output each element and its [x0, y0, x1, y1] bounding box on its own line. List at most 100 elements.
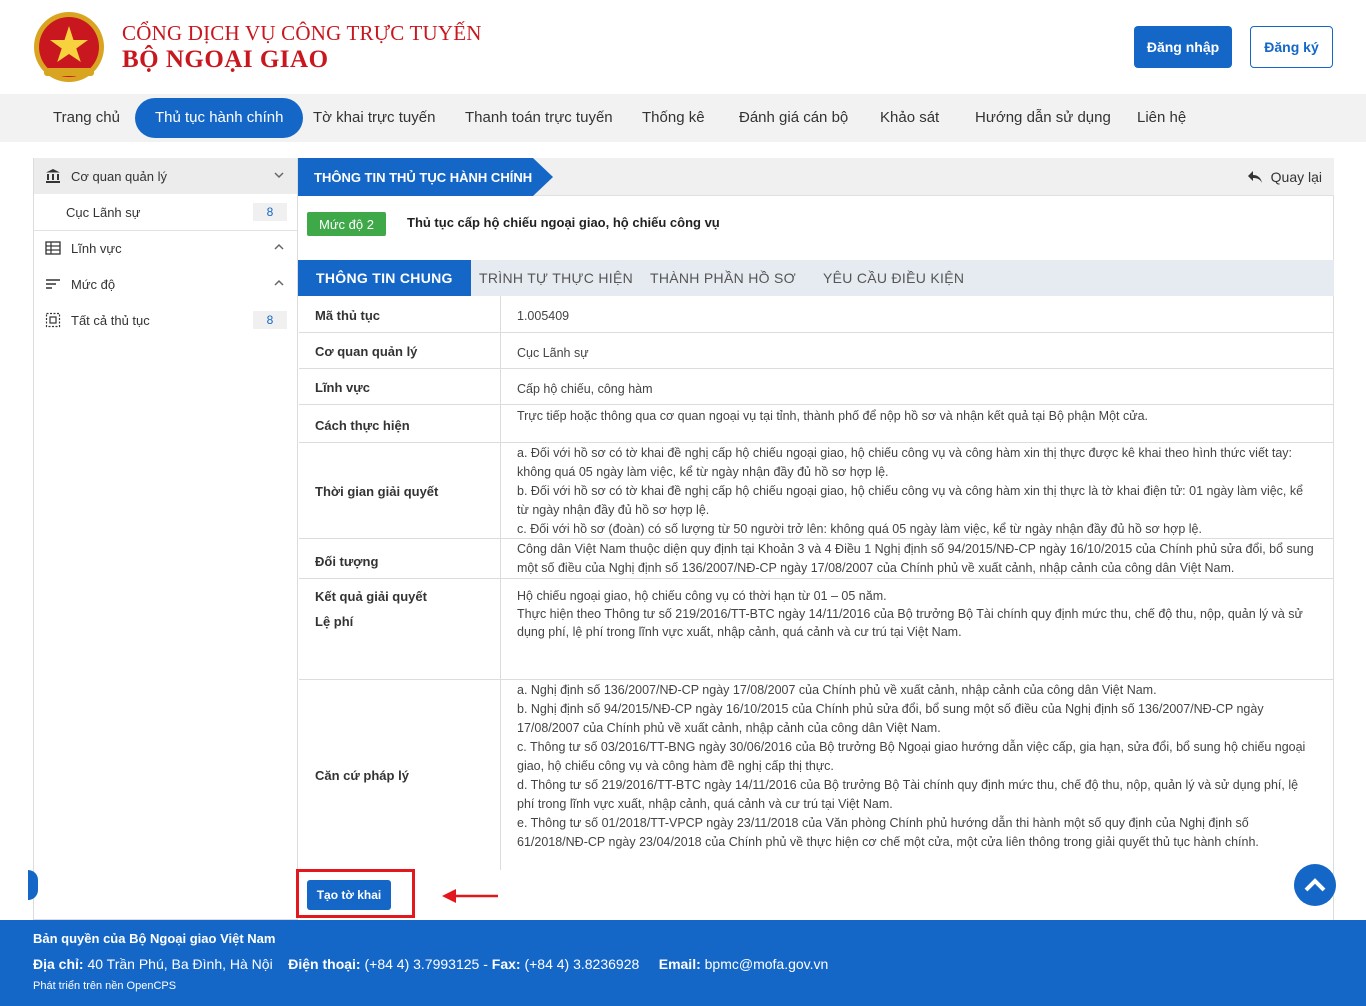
highlight-annotation — [296, 869, 415, 918]
legal-item-d: d. Thông tư số 219/2016/TT-BTC ngày 14/1… — [517, 778, 1299, 811]
row-label: Mã thủ tục — [315, 308, 380, 323]
login-button[interactable]: Đăng nhập — [1134, 26, 1232, 68]
sort-lines-icon — [46, 279, 60, 289]
row-label: Thời gian giải quyết — [315, 484, 439, 499]
row-label: Đối tượng — [315, 554, 379, 569]
table-row: Lĩnh vực Cấp hộ chiếu, công hàm — [299, 369, 1333, 405]
chevron-down-icon — [274, 172, 284, 179]
row-value: a. Đối với hồ sơ có tờ khai đề nghị cấp … — [500, 443, 1332, 538]
legal-item-e: e. Thông tư số 01/2018/TT-VPCP ngày 23/1… — [517, 816, 1259, 849]
contact-line: Địa chỉ: 40 Trần Phú, Ba Đình, Hà Nội Đi… — [33, 956, 829, 972]
grid-list-icon — [45, 241, 61, 255]
result-text: Hộ chiếu ngoại giao, hộ chiếu công vụ có… — [517, 589, 887, 603]
tab-process-steps[interactable]: TRÌNH TỰ THỰC HIỆN — [479, 260, 633, 296]
sidebar-field-header[interactable]: Lĩnh vực — [34, 230, 297, 266]
chevron-up-icon — [274, 279, 284, 286]
sidebar-item-all-procedures[interactable]: Tất cả thủ tục 8 — [34, 302, 297, 338]
row-value: Công dân Việt Nam thuộc diện quy định tạ… — [500, 539, 1332, 578]
nav-survey[interactable]: Khảo sát — [880, 98, 939, 138]
row-label: Kết quả giải quyết — [315, 589, 427, 604]
row-value: Cấp hộ chiếu, công hàm — [500, 369, 1332, 404]
nav-staff-rating[interactable]: Đánh giá cán bộ — [739, 98, 848, 138]
row-label: Căn cứ pháp lý — [315, 768, 409, 783]
legal-item-b: b. Nghị định số 94/2015/NĐ-CP ngày 16/10… — [517, 702, 1264, 735]
table-row: Căn cứ pháp lý a. Nghị định số 136/2007/… — [299, 680, 1333, 870]
tab-requirements[interactable]: YÊU CẦU ĐIỀU KIỆN — [823, 260, 964, 296]
table-row: Thời gian giải quyết a. Đối với hồ sơ có… — [299, 443, 1333, 539]
phone-value: (+84 4) 3.7993125 — [364, 956, 480, 972]
reply-arrow-icon — [1247, 171, 1262, 183]
table-row: Cơ quan quản lý Cục Lãnh sự — [299, 333, 1333, 369]
time-item-a: a. Đối với hồ sơ có tờ khai đề nghị cấp … — [517, 446, 1292, 479]
platform-text: Phát triển trên nền OpenCPS — [33, 980, 177, 992]
table-row: Cách thực hiện Trực tiếp hoặc thông qua … — [299, 405, 1333, 443]
nav-statistics[interactable]: Thống kê — [642, 98, 705, 138]
brand-ministry: BỘ NGOẠI GIAO — [122, 46, 329, 73]
brand-title: CỔNG DỊCH VỤ CÔNG TRỰC TUYẾN — [122, 21, 482, 45]
detail-tabs: THÔNG TIN CHUNG TRÌNH TỰ THỰC HIỆN THÀNH… — [298, 260, 1334, 296]
back-button[interactable]: Quay lại — [1247, 169, 1322, 185]
select-all-icon — [45, 312, 61, 328]
filter-sidebar: Cơ quan quản lý Cục Lãnh sự 8 Lĩnh vực M… — [33, 158, 298, 920]
row-value: Trực tiếp hoặc thông qua cơ quan ngoại v… — [500, 405, 1332, 442]
sidebar-field-label: Lĩnh vực — [71, 241, 122, 256]
site-footer: Bản quyền của Bộ Ngoại giao Việt Nam Địa… — [0, 920, 1366, 1006]
row-label: Lĩnh vực — [315, 380, 370, 395]
row-label: Cách thực hiện — [315, 418, 410, 433]
sidebar-level-label: Mức độ — [71, 277, 116, 292]
register-button[interactable]: Đăng ký — [1250, 26, 1333, 68]
scroll-to-top-button[interactable] — [1294, 864, 1336, 906]
table-row: Mã thủ tục 1.005409 — [299, 296, 1333, 333]
sidebar-agency-label: Cơ quan quản lý — [71, 169, 167, 184]
chevron-up-icon — [274, 243, 284, 250]
fee-text: Thực hiện theo Thông tư số 219/2016/TT-B… — [517, 607, 1303, 639]
sidebar-level-header[interactable]: Mức độ — [34, 266, 297, 302]
table-row: Đối tượng Công dân Việt Nam thuộc diện q… — [299, 539, 1333, 579]
row-value: a. Nghị định số 136/2007/NĐ-CP ngày 17/0… — [500, 680, 1332, 870]
email-label: Email: — [658, 956, 701, 972]
nav-online-forms[interactable]: Tờ khai trực tuyến — [313, 98, 435, 138]
sidebar-agency-header[interactable]: Cơ quan quản lý — [34, 158, 297, 194]
phone-label: Điện thoại: — [288, 956, 361, 972]
nav-contact[interactable]: Liên hệ — [1137, 98, 1186, 138]
address-label: Địa chỉ: — [33, 956, 84, 972]
legal-item-c: c. Thông tư số 03/2016/TT-BNG ngày 30/06… — [517, 740, 1306, 773]
section-title: THÔNG TIN THỦ TỤC HÀNH CHÍNH — [314, 170, 533, 185]
tab-general-info[interactable]: THÔNG TIN CHUNG — [298, 260, 471, 296]
email-link[interactable]: bpmc@mofa.gov.vn — [705, 956, 829, 972]
site-header: CỔNG DỊCH VỤ CÔNG TRỰC TUYẾN BỘ NGOẠI GI… — [0, 0, 1366, 94]
tab-dossier-components[interactable]: THÀNH PHẦN HỒ SƠ — [650, 260, 796, 296]
procedure-title: Thủ tục cấp hộ chiếu ngoại giao, hộ chiế… — [407, 215, 720, 230]
nav-user-guide[interactable]: Hướng dẫn sử dụng — [975, 98, 1111, 138]
time-item-b: b. Đối với hồ sơ có tờ khai đề nghị cấp … — [517, 484, 1304, 517]
procedure-detail-panel: THÔNG TIN THỦ TỤC HÀNH CHÍNH Quay lại Mứ… — [298, 158, 1334, 920]
nav-home[interactable]: Trang chủ — [53, 98, 120, 138]
row-value: 1.005409 — [500, 296, 1332, 332]
fax-value: (+84 4) 3.8236928 — [524, 956, 640, 972]
chevron-up-icon — [1304, 878, 1326, 892]
national-emblem-logo[interactable] — [32, 10, 106, 84]
row-value: Hộ chiếu ngoại giao, hộ chiếu công vụ có… — [500, 579, 1332, 679]
fee-label: Lệ phí — [315, 614, 354, 629]
address-value: 40 Trần Phú, Ba Đình, Hà Nội — [87, 956, 273, 972]
fax-label: Fax: — [491, 956, 521, 972]
count-badge: 8 — [253, 203, 287, 221]
nav-online-payment[interactable]: Thanh toán trực tuyến — [465, 98, 613, 138]
level-badge: Mức độ 2 — [307, 212, 386, 236]
time-item-c: c. Đối với hồ sơ (đoàn) có số lượng từ 5… — [517, 522, 1202, 536]
sidebar-item-label: Cục Lãnh sự — [66, 205, 141, 220]
panel-header: THÔNG TIN THỦ TỤC HÀNH CHÍNH Quay lại — [298, 158, 1334, 196]
sidebar-item-consular-dept[interactable]: Cục Lãnh sự 8 — [34, 194, 297, 230]
bank-icon — [46, 169, 60, 183]
copyright-text: Bản quyền của Bộ Ngoại giao Việt Nam — [33, 931, 276, 946]
row-label: Cơ quan quản lý — [315, 344, 418, 359]
back-label: Quay lại — [1270, 169, 1322, 185]
red-arrow-annotation — [442, 889, 498, 903]
count-badge: 8 — [253, 311, 287, 329]
legal-item-a: a. Nghị định số 136/2007/NĐ-CP ngày 17/0… — [517, 683, 1157, 697]
row-value: Cục Lãnh sự — [500, 333, 1332, 368]
sidebar-item-label: Tất cả thủ tục — [71, 313, 150, 328]
main-nav: Trang chủ Thủ tục hành chính Tờ khai trự… — [0, 94, 1366, 142]
nav-procedures[interactable]: Thủ tục hành chính — [135, 98, 304, 138]
table-row: Kết quả giải quyết Lệ phí Hộ chiếu ngoại… — [299, 579, 1333, 680]
